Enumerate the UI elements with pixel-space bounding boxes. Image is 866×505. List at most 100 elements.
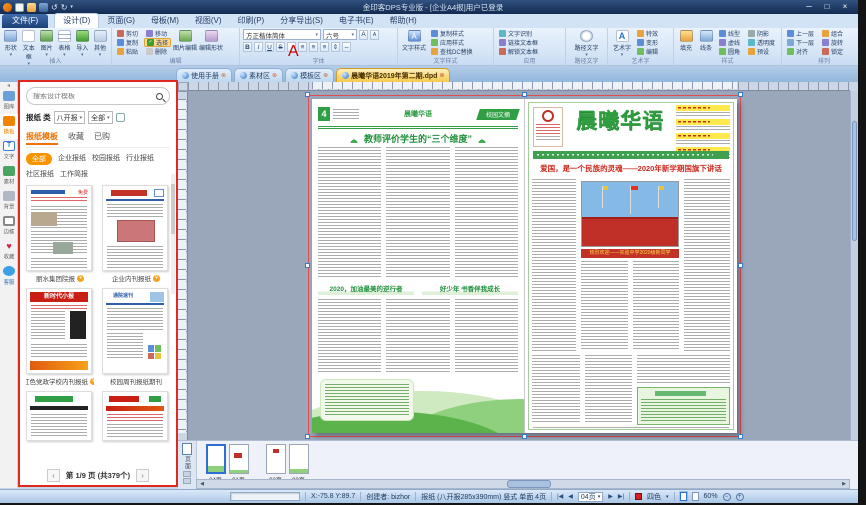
- select-button[interactable]: ✓选择: [144, 38, 171, 47]
- doc-tab-manual[interactable]: 使用手册⊗: [176, 68, 232, 82]
- italic-button[interactable]: I: [254, 42, 263, 52]
- new-file-icon[interactable]: [15, 3, 24, 12]
- image-edit-button[interactable]: 图片编辑: [173, 29, 197, 52]
- underline-button[interactable]: U: [265, 42, 274, 52]
- page-select[interactable]: 04页: [578, 492, 603, 502]
- fill-button[interactable]: 填充: [677, 29, 695, 52]
- page-workspace[interactable]: 4 晨曦华语 校园文摘 教师评价学生的“三个维度” 2020，加油最美的逆行者 …: [188, 91, 850, 440]
- insert-other-button[interactable]: 其他: [92, 29, 108, 58]
- tab-close-icon[interactable]: ⊗: [272, 72, 277, 79]
- selection-handle[interactable]: [305, 92, 310, 97]
- insert-table-button[interactable]: 表格: [56, 29, 72, 58]
- link-textbox-button[interactable]: 链接文本框: [497, 38, 540, 47]
- panel-tab-newspaper-templates[interactable]: 报纸模板: [26, 131, 58, 145]
- preset-button[interactable]: 预设: [746, 47, 777, 56]
- single-page-view-icon[interactable]: [680, 492, 687, 501]
- category-campus[interactable]: 校园报纸: [92, 153, 120, 165]
- first-page-button[interactable]: |◀: [557, 493, 563, 500]
- tab-share-export[interactable]: 分享导出(S): [272, 14, 331, 28]
- spread-view-icon[interactable]: [692, 492, 699, 501]
- rail-item-template[interactable]: 模板: [0, 114, 18, 139]
- tab-view[interactable]: 视图(V): [187, 14, 230, 28]
- tab-close-icon[interactable]: ⊗: [439, 72, 444, 79]
- rotate-button[interactable]: 旋转: [820, 38, 845, 47]
- last-page-button[interactable]: ▶|: [618, 493, 624, 500]
- tab-master[interactable]: 母板(M): [143, 14, 187, 28]
- delete-button[interactable]: 删除: [144, 47, 171, 56]
- move-button[interactable]: 移动: [144, 29, 171, 38]
- selection-handle[interactable]: [522, 92, 527, 97]
- send-backward-button[interactable]: 下一层: [785, 38, 816, 47]
- vertical-ruler[interactable]: [178, 91, 188, 440]
- panel-tab-purchased[interactable]: 已购: [94, 131, 110, 145]
- align-left-button[interactable]: ≡: [298, 42, 307, 52]
- open-folder-icon[interactable]: [27, 3, 36, 12]
- cut-button[interactable]: 剪切: [115, 29, 140, 38]
- rail-item-favorites[interactable]: ♥收藏: [0, 239, 18, 264]
- align-right-button[interactable]: ≡: [320, 42, 329, 52]
- color-swatch[interactable]: [635, 493, 642, 500]
- group-button[interactable]: 组合: [820, 29, 845, 38]
- line-style-button[interactable]: 线型: [717, 29, 742, 38]
- rail-item-border[interactable]: 边框: [0, 214, 18, 239]
- wordart-effect-button[interactable]: 特效: [635, 29, 660, 38]
- rail-item-gallery[interactable]: 图库: [0, 89, 18, 114]
- align-button[interactable]: 对齐: [785, 47, 816, 56]
- unlink-textbox-button[interactable]: 解锁文本框: [497, 47, 540, 56]
- remove-page-button[interactable]: [183, 478, 191, 484]
- save-icon[interactable]: [39, 3, 48, 12]
- next-page-button-status[interactable]: ▶: [608, 493, 613, 500]
- flag-ceremony-photo[interactable]: [581, 181, 679, 247]
- color-dropdown-icon[interactable]: ▾: [666, 494, 669, 500]
- strikethrough-button[interactable]: S: [276, 42, 285, 52]
- template-card[interactable]: 新时代小报 红色党政学校内刊报纸¥: [26, 288, 94, 386]
- template-card[interactable]: [26, 391, 94, 441]
- refresh-icon[interactable]: [116, 113, 125, 122]
- template-search[interactable]: [26, 87, 170, 105]
- template-card[interactable]: 企业内刊报纸¥: [102, 185, 170, 283]
- selection-handle[interactable]: [305, 434, 310, 439]
- find-replace-button[interactable]: 查找DC替换: [429, 47, 475, 56]
- canvas-horizontal-scrollbar[interactable]: ◀ ▶: [196, 479, 850, 489]
- template-card[interactable]: 通院速刊 校园周刊报纸期刊: [102, 288, 170, 386]
- wordart-button[interactable]: A艺术字: [611, 29, 633, 58]
- text-style-button[interactable]: A文字样式: [401, 29, 427, 52]
- insert-import-button[interactable]: 导入: [74, 29, 90, 58]
- template-thumbnail[interactable]: [102, 391, 168, 441]
- char-spacing-button[interactable]: ⇔: [342, 42, 351, 52]
- rail-item-background[interactable]: 背景: [0, 189, 18, 214]
- font-family-select[interactable]: 方正楷体简体: [243, 29, 321, 40]
- panel-scrollbar[interactable]: [171, 174, 175, 294]
- tab-ebook[interactable]: 电子书(E): [331, 14, 382, 28]
- horizontal-ruler[interactable]: [188, 82, 850, 91]
- tab-print[interactable]: 印刷(P): [230, 14, 273, 28]
- search-input[interactable]: [33, 93, 156, 100]
- page-thumb-4[interactable]: 04页: [204, 444, 227, 484]
- page-1[interactable]: 晨曦华语 爱国，是一个民族的灵魂——2020年新学期国旗下讲话 热烈欢迎——实验…: [525, 99, 737, 433]
- grow-font-button[interactable]: A: [359, 30, 368, 40]
- rail-item-text[interactable]: T文字: [0, 139, 18, 164]
- tab-page[interactable]: 页面(G): [99, 14, 143, 28]
- minimize-button[interactable]: ─: [803, 1, 815, 13]
- template-thumbnail[interactable]: [102, 185, 168, 271]
- text-recognize-button[interactable]: 文字识别: [497, 29, 540, 38]
- selection-handle[interactable]: [738, 263, 743, 268]
- selection-handle[interactable]: [738, 434, 743, 439]
- shrink-font-button[interactable]: A: [370, 30, 379, 40]
- line-button[interactable]: 线条: [697, 29, 715, 52]
- rail-item-service[interactable]: 客服: [0, 264, 18, 289]
- selection-handle[interactable]: [305, 263, 310, 268]
- next-page-button[interactable]: ›: [136, 469, 149, 482]
- prev-page-button[interactable]: ‹: [47, 469, 60, 482]
- template-card[interactable]: 免费 丽水集团院报¥: [26, 185, 94, 283]
- doc-tab-current[interactable]: 晨曦华语2019年第二期.dpd⊗: [336, 68, 450, 82]
- tab-help[interactable]: 帮助(H): [382, 14, 425, 28]
- tab-close-icon[interactable]: ⊗: [323, 72, 328, 79]
- category-enterprise[interactable]: 企业报纸: [58, 153, 86, 165]
- quick-access-dropdown-icon[interactable]: ▾: [70, 3, 73, 12]
- insert-image-button[interactable]: 图片: [39, 29, 55, 58]
- corner-button[interactable]: 圆角: [717, 47, 742, 56]
- scroll-left-icon[interactable]: ◀: [197, 480, 207, 488]
- maximize-button[interactable]: □: [821, 1, 833, 13]
- page-thumb-3[interactable]: 03页: [287, 444, 310, 484]
